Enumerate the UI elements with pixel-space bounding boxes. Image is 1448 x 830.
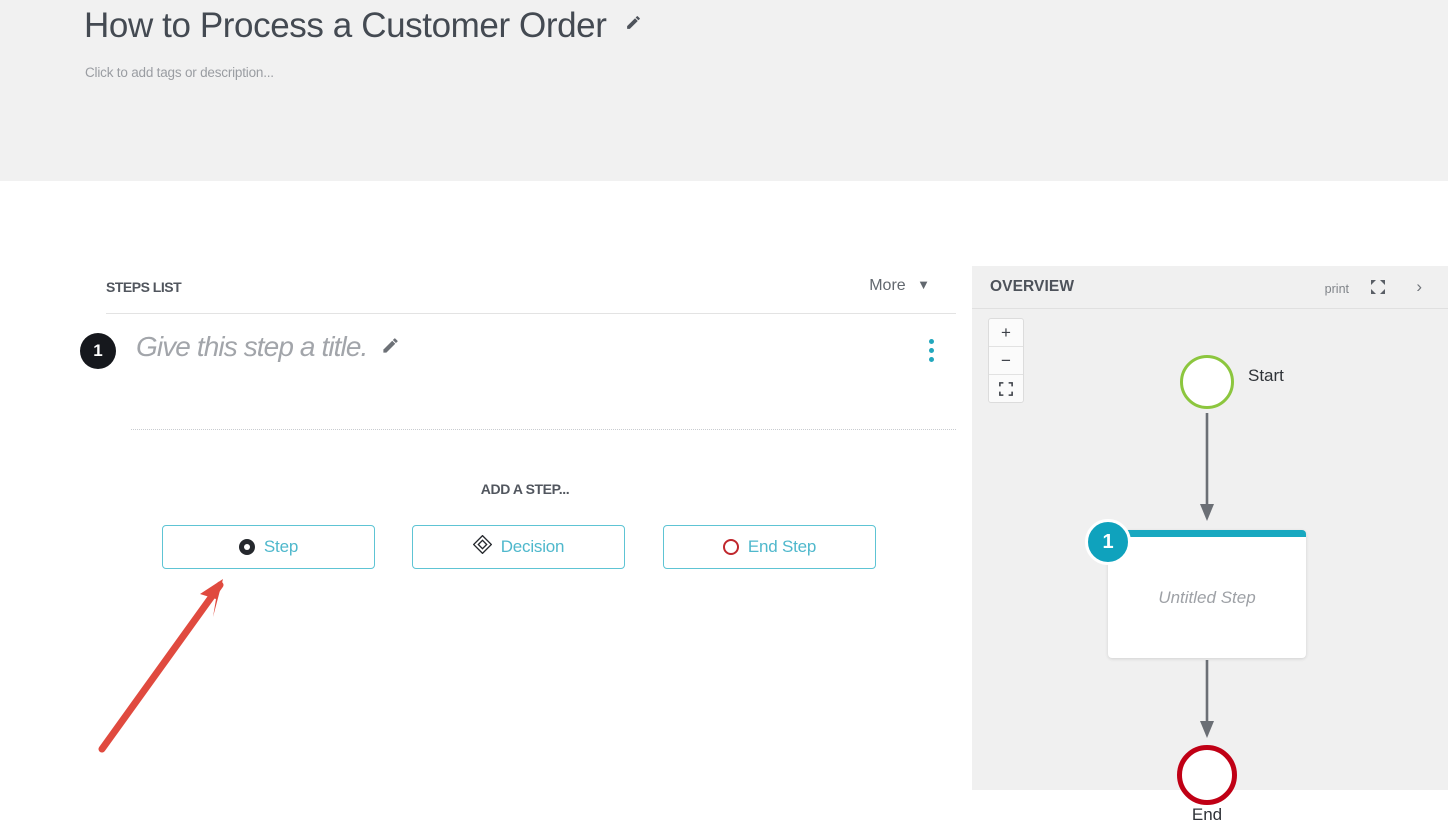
step-list-item[interactable]: 1 Give this step a title. [80, 329, 956, 383]
flow-node-start[interactable] [1180, 355, 1234, 409]
step-dot-icon [238, 539, 255, 555]
steps-list-title: STEPS LIST [106, 279, 182, 295]
decision-diamond-icon [472, 534, 492, 559]
add-end-step-button-label: End Step [747, 537, 817, 556]
flow-node-start-label: Start [1248, 366, 1284, 385]
page-header-band: How to Process a Customer Order Click to… [0, 0, 1448, 181]
step-number-badge: 1 [80, 333, 116, 369]
flow-node-end[interactable] [1177, 745, 1237, 805]
chevron-down-icon: ▼ [917, 277, 930, 292]
chevron-right-icon[interactable]: › [1416, 277, 1422, 297]
flow-node-step[interactable]: Untitled Step [1108, 530, 1306, 658]
menu-dot [929, 357, 934, 362]
steps-more-button[interactable]: More ▼ [869, 277, 930, 295]
end-circle-icon [722, 539, 739, 555]
add-end-step-button[interactable]: End Step [663, 525, 876, 569]
add-a-step-label: ADD A STEP... [480, 481, 570, 497]
steps-more-label: More [869, 277, 906, 294]
overview-panel: OVERVIEW print › + − Start Untitled Step… [972, 266, 1448, 824]
menu-dot [929, 339, 934, 344]
tags-description-placeholder[interactable]: Click to add tags or description... [85, 65, 274, 80]
more-vertical-icon[interactable] [929, 339, 934, 366]
menu-dot [929, 348, 934, 353]
flowchart: Start Untitled Step 1 End [972, 308, 1448, 824]
flow-node-step-label: Untitled Step [1158, 587, 1256, 607]
pencil-icon[interactable] [381, 336, 400, 355]
add-step-button[interactable]: Step [162, 525, 375, 569]
step-title[interactable]: Give this step a title. [136, 331, 400, 363]
add-decision-button[interactable]: Decision [412, 525, 625, 569]
overview-title: OVERVIEW [990, 278, 1075, 295]
add-step-button-label: Step [263, 537, 299, 556]
page-title-text: How to Process a Customer Order [84, 6, 607, 45]
page-title: How to Process a Customer Order [84, 6, 642, 46]
steps-panel: STEPS LIST More ▼ 1 Give this step a tit… [0, 181, 972, 830]
print-button[interactable]: print [1325, 282, 1349, 296]
overview-header: OVERVIEW print › [972, 266, 1448, 309]
add-decision-button-label: Decision [500, 537, 565, 556]
steps-list-header: STEPS LIST More ▼ [106, 277, 956, 314]
step-divider [131, 429, 956, 430]
fullscreen-icon[interactable] [1370, 279, 1386, 295]
flow-node-end-label: End [1191, 805, 1223, 824]
step-title-text: Give this step a title. [136, 331, 368, 362]
pencil-icon[interactable] [625, 14, 642, 31]
flow-node-step-badge: 1 [1085, 519, 1131, 565]
